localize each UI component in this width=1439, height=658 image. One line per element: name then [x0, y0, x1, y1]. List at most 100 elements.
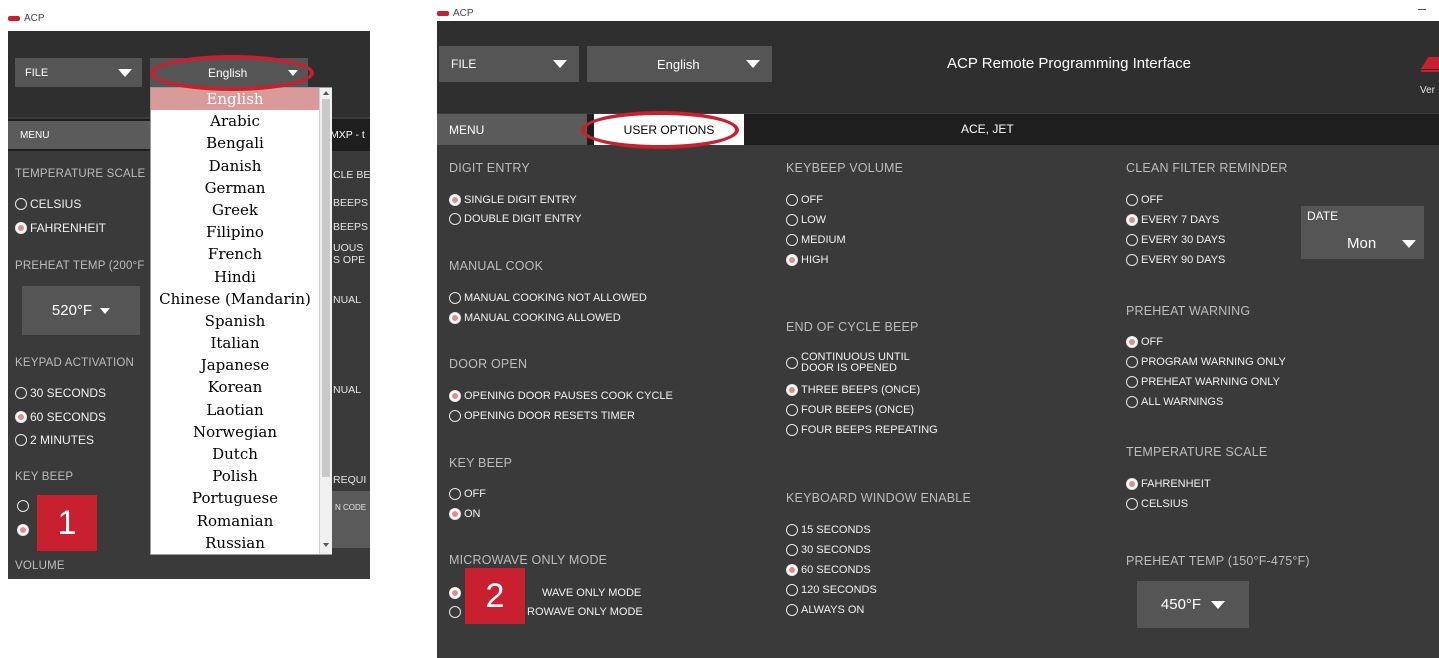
celsius-option[interactable]: CELSIUS	[15, 197, 81, 211]
microwave-only-on-option[interactable]	[449, 587, 461, 599]
language-option[interactable]: Chinese (Mandarin)	[151, 288, 319, 310]
continuous-until-open-option[interactable]: CONTINUOUS UNTIL DOOR IS OPENED	[786, 352, 910, 374]
language-option[interactable]: Laotian	[151, 399, 319, 421]
three-beeps-once-option[interactable]: THREE BEEPS (ONCE)	[786, 384, 920, 396]
minimize-icon[interactable]	[1418, 9, 1426, 10]
microwave-only-off-option[interactable]	[449, 606, 461, 618]
radio-icon	[449, 410, 461, 422]
language-dropdown[interactable]: English	[587, 46, 772, 82]
kw-120-seconds-option[interactable]: 120 SECONDS	[786, 584, 877, 596]
language-option[interactable]: Greek	[151, 199, 319, 221]
chevron-down-icon	[1402, 240, 1416, 248]
kw-60-seconds-option[interactable]: 60 SECONDS	[786, 564, 871, 576]
date-dropdown[interactable]: DATE Mon	[1301, 206, 1424, 259]
single-digit-entry-option[interactable]: SINGLE DIGIT ENTRY	[449, 194, 577, 206]
language-option[interactable]: French	[151, 243, 319, 265]
language-option[interactable]: Russian	[151, 532, 319, 554]
partial-label: CLE BE	[333, 169, 370, 181]
key-beep-title: KEY BEEP	[15, 471, 74, 483]
preheat-warning-only-option[interactable]: PREHEAT WARNING ONLY	[1126, 376, 1280, 388]
radio-icon	[1126, 194, 1138, 206]
volume-off-option[interactable]: OFF	[786, 194, 823, 206]
tab-menu[interactable]: MENU	[8, 121, 150, 149]
four-beeps-once-option[interactable]: FOUR BEEPS (ONCE)	[786, 404, 914, 416]
tab-menu[interactable]: MENU	[437, 114, 587, 145]
preheat-temp-dropdown[interactable]: 520°F	[22, 286, 140, 335]
filter-90-days-option[interactable]: EVERY 90 DAYS	[1126, 254, 1225, 266]
partial-label: BEEPS	[333, 221, 369, 233]
key-beep-on-option[interactable]	[17, 524, 29, 536]
language-option[interactable]: Arabic	[151, 110, 319, 132]
language-option[interactable]: Spanish	[151, 310, 319, 332]
fahrenheit-option[interactable]: FAHRENHEIT	[1126, 478, 1211, 490]
option-label: EVERY 30 DAYS	[1141, 234, 1226, 246]
key-beep-off-option[interactable]	[17, 500, 29, 512]
program-warning-only-option[interactable]: PROGRAM WARNING ONLY	[1126, 356, 1286, 368]
option-label: LOW	[801, 214, 827, 226]
language-option[interactable]: Hindi	[151, 266, 319, 288]
radio-selected-icon	[1126, 478, 1138, 490]
chevron-down-icon	[100, 307, 111, 314]
volume-medium-option[interactable]: MEDIUM	[786, 234, 846, 246]
keypad-60-seconds-option[interactable]: 60 SECONDS	[15, 410, 106, 424]
scrollbar[interactable]	[319, 88, 332, 554]
radio-icon	[449, 488, 461, 500]
double-digit-entry-option[interactable]: DOUBLE DIGIT ENTRY	[449, 213, 582, 225]
radio-icon	[449, 292, 461, 304]
page-title: ACP Remote Programming Interface	[947, 55, 1191, 72]
manual-cooking-not-allowed-option[interactable]: MANUAL COOKING NOT ALLOWED	[449, 292, 647, 304]
language-option[interactable]: Bengali	[151, 132, 319, 154]
option-label: FOUR BEEPS (ONCE)	[801, 404, 915, 416]
language-option[interactable]: Romanian	[151, 510, 319, 532]
preheat-temp-dropdown[interactable]: 450°F	[1137, 581, 1249, 628]
language-option[interactable]: Norwegian	[151, 421, 319, 443]
language-option[interactable]: Dutch	[151, 443, 319, 465]
language-option[interactable]: Filipino	[151, 221, 319, 243]
option-label: 60 SECONDS	[801, 564, 871, 576]
kw-30-seconds-option[interactable]: 30 SECONDS	[786, 544, 871, 556]
radio-selected-icon	[786, 384, 798, 396]
four-beeps-repeating-option[interactable]: FOUR BEEPS REPEATING	[786, 424, 938, 436]
door-pauses-cook-option[interactable]: OPENING DOOR PAUSES COOK CYCLE	[449, 390, 673, 402]
language-option[interactable]: German	[151, 177, 319, 199]
scroll-up-icon[interactable]	[323, 91, 329, 95]
language-option[interactable]: Danish	[151, 155, 319, 177]
radio-selected-icon	[1126, 336, 1138, 348]
preheat-warning-title: PREHEAT WARNING	[1126, 304, 1251, 318]
language-option[interactable]: English	[151, 88, 319, 111]
volume-high-option[interactable]: HIGH	[786, 254, 829, 266]
keypad-30-seconds-option[interactable]: 30 SECONDS	[15, 386, 106, 400]
manual-cooking-allowed-option[interactable]: MANUAL COOKING ALLOWED	[449, 312, 621, 324]
fahrenheit-option[interactable]: FAHRENHEIT	[15, 221, 106, 235]
two-line-label: CONTINUOUS UNTIL DOOR IS OPENED	[801, 352, 910, 374]
option-label: FAHRENHEIT	[1141, 478, 1211, 490]
kw-15-seconds-option[interactable]: 15 SECONDS	[786, 524, 871, 536]
language-option[interactable]: Korean	[151, 376, 319, 398]
language-option[interactable]: Italian	[151, 332, 319, 354]
scrollbar-thumb[interactable]	[322, 99, 330, 477]
option-label: OFF	[464, 488, 486, 500]
filter-30-days-option[interactable]: EVERY 30 DAYS	[1126, 234, 1225, 246]
warning-off-option[interactable]: OFF	[1126, 336, 1163, 348]
door-resets-timer-option[interactable]: OPENING DOOR RESETS TIMER	[449, 410, 635, 422]
keypad-2-minutes-option[interactable]: 2 MINUTES	[15, 433, 94, 447]
key-beep-off-option[interactable]: OFF	[449, 488, 486, 500]
header-partial-text: MXP - t	[330, 129, 365, 141]
volume-low-option[interactable]: LOW	[786, 214, 826, 226]
file-dropdown[interactable]: FILE	[15, 58, 142, 87]
all-warnings-option[interactable]: ALL WARNINGS	[1126, 396, 1223, 408]
partial-label: NUAL	[333, 384, 362, 396]
radio-icon	[786, 214, 798, 226]
language-option[interactable]: Japanese	[151, 354, 319, 376]
language-option[interactable]: Portuguese	[151, 487, 319, 509]
language-option[interactable]: Polish	[151, 465, 319, 487]
kw-always-on-option[interactable]: ALWAYS ON	[786, 604, 864, 616]
date-value: Mon	[1347, 235, 1377, 252]
option-label: 120 SECONDS	[801, 584, 877, 596]
scroll-down-icon[interactable]	[323, 543, 329, 547]
filter-off-option[interactable]: OFF	[1126, 194, 1163, 206]
celsius-option[interactable]: CELSIUS	[1126, 498, 1188, 510]
filter-7-days-option[interactable]: EVERY 7 DAYS	[1126, 214, 1219, 226]
file-dropdown[interactable]: FILE	[439, 46, 579, 82]
key-beep-on-option[interactable]: ON	[449, 508, 481, 520]
